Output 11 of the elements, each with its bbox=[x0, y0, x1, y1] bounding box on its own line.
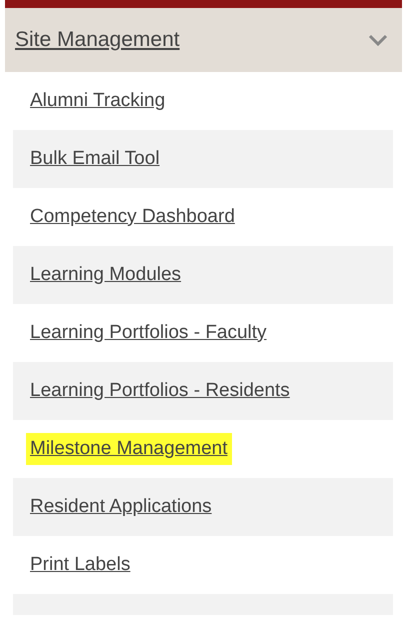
chevron-icon[interactable] bbox=[368, 33, 388, 47]
menu-link[interactable]: Milestone Management bbox=[26, 432, 232, 466]
menu-link[interactable]: Print Labels bbox=[26, 548, 134, 582]
menu-link[interactable]: Learning Modules bbox=[26, 258, 186, 292]
menu-link[interactable]: Learning Portfolios - Residents bbox=[26, 374, 294, 408]
menu-link[interactable]: Learning Portfolios - Faculty bbox=[26, 316, 271, 350]
menu-link[interactable]: Competency Dashboard bbox=[26, 200, 239, 234]
menu-link[interactable]: Alumni Tracking bbox=[26, 84, 170, 118]
section-link[interactable]: Site Management bbox=[15, 24, 180, 56]
menu-link[interactable]: Bulk Email Tool bbox=[26, 142, 164, 176]
menu-link[interactable]: Resident Applications bbox=[26, 490, 216, 524]
